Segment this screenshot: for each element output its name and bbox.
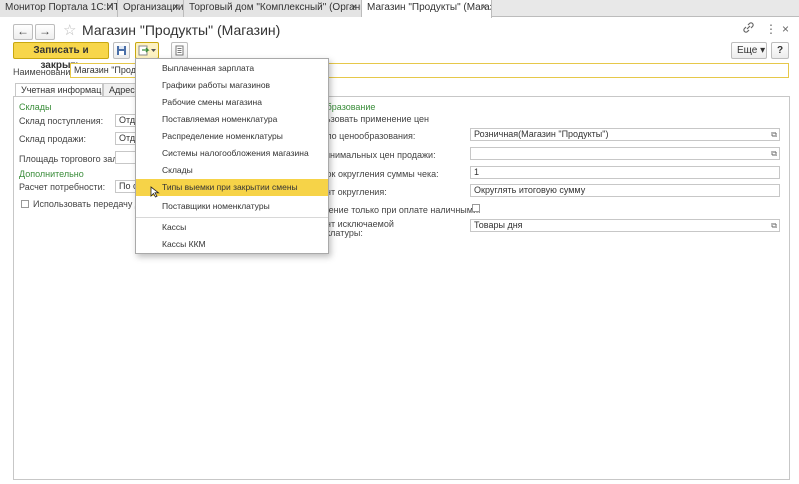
more-actions-button[interactable]: Еще ▾ (731, 42, 767, 59)
go-to-menu-button[interactable] (135, 42, 159, 59)
min-price-field[interactable]: ⧉ (470, 147, 780, 160)
tab-accounting-info[interactable]: Учетная информация (15, 83, 103, 97)
menu-item-kkm-registers[interactable]: Кассы ККМ (136, 236, 328, 253)
link-icon[interactable] (743, 22, 754, 36)
need-calc-label: Расчет потребности: (19, 182, 106, 192)
close-icon[interactable]: × (107, 0, 113, 16)
menu-item-cash-registers[interactable]: Кассы (136, 219, 328, 236)
use-dsa-label: Использовать передачу ДС (33, 199, 148, 209)
more-label: Еще (737, 45, 758, 56)
goto-icon (138, 45, 156, 56)
favorite-star-icon[interactable]: ☆ (63, 21, 76, 39)
tab-shop-products[interactable]: Магазин "Продукты" (Магазин) × (362, 0, 492, 18)
tab-label: Торговый дом "Комплексный" (Организация) (189, 2, 361, 13)
open-icon[interactable]: ⧉ (771, 129, 777, 140)
cash-only-checkbox[interactable] (472, 204, 480, 212)
menu-separator (136, 217, 328, 218)
close-icon[interactable]: × (351, 0, 357, 16)
arrow-right-icon: → (39, 24, 51, 38)
menu-item-work-shifts[interactable]: Рабочие смены магазина (136, 94, 328, 111)
segment-value: Товары дня (474, 220, 523, 230)
save-and-close-button[interactable]: Записать и закрыть (13, 42, 109, 71)
tab-organizations[interactable]: Организации × (118, 0, 184, 17)
open-icon[interactable]: ⧉ (771, 148, 777, 159)
menu-item-item-suppliers[interactable]: Поставщики номенклатуры (136, 198, 328, 215)
tab-trade-house[interactable]: Торговый дом "Комплексный" (Организация)… (184, 0, 362, 17)
group-additional: Дополнительно (19, 169, 84, 179)
pricing-rule-field[interactable]: Розничная(Магазин "Продукты") ⧉ (470, 128, 780, 141)
menu-item-items-distribution[interactable]: Распределение номенклатуры (136, 128, 328, 145)
rounding-field[interactable]: 1 (470, 166, 780, 179)
document-button[interactable] (171, 42, 188, 59)
tab-label: Магазин "Продукты" (Магазин) (367, 2, 491, 13)
open-icon[interactable]: ⧉ (771, 220, 777, 231)
go-to-dropdown-menu: Выплаченная зарплата Графики работы мага… (135, 58, 329, 254)
menu-item-withdrawal-types[interactable]: Типы выемки при закрытии смены (136, 179, 328, 196)
menu-item-supplied-items[interactable]: Поставляемая номенклатура (136, 111, 328, 128)
close-icon[interactable]: × (782, 22, 789, 36)
close-icon[interactable]: × (481, 0, 487, 16)
more-vertical-icon[interactable]: ⋮ (765, 22, 777, 36)
menu-item-stores[interactable]: Склады (136, 162, 328, 179)
page-title: Магазин "Продукты" (Магазин) (82, 22, 281, 38)
menu-item-store-schedules[interactable]: Графики работы магазинов (136, 77, 328, 94)
mouse-pointer-icon (150, 186, 160, 201)
trade-area-label: Площадь торгового зала: (19, 154, 125, 164)
chevron-down-icon: ▾ (760, 45, 766, 56)
back-button[interactable]: ← (13, 24, 33, 40)
group-stores: Склады (19, 102, 52, 112)
close-icon[interactable]: × (173, 0, 179, 16)
segment-field[interactable]: Товары дня ⧉ (470, 219, 780, 232)
tab-monitor[interactable]: Монитор Портала 1С:ИТС × (0, 0, 118, 17)
receipt-store-label: Склад поступления: (19, 116, 104, 126)
arrow-left-icon: ← (17, 24, 29, 38)
pricing-rule-value: Розничная(Магазин "Продукты") (474, 129, 609, 139)
name-label: Наименование: (13, 67, 78, 77)
tab-label: Монитор Портала 1С:ИТС (5, 2, 118, 13)
sale-store-label: Склад продажи: (19, 134, 87, 144)
use-dsa-checkbox[interactable] (21, 200, 29, 208)
document-list-icon (175, 45, 184, 56)
help-button[interactable]: ? (771, 42, 789, 59)
menu-item-tax-systems[interactable]: Системы налогообложения магазина (136, 145, 328, 162)
floppy-icon (117, 46, 126, 55)
save-button[interactable] (113, 42, 130, 59)
round-mode-field[interactable]: Округлять итоговую сумму (470, 184, 780, 197)
forward-button[interactable]: → (35, 24, 55, 40)
menu-item-paid-salary[interactable]: Выплаченная зарплата (136, 60, 328, 77)
window-tab-bar: Монитор Портала 1С:ИТС × Организации × Т… (0, 0, 799, 18)
